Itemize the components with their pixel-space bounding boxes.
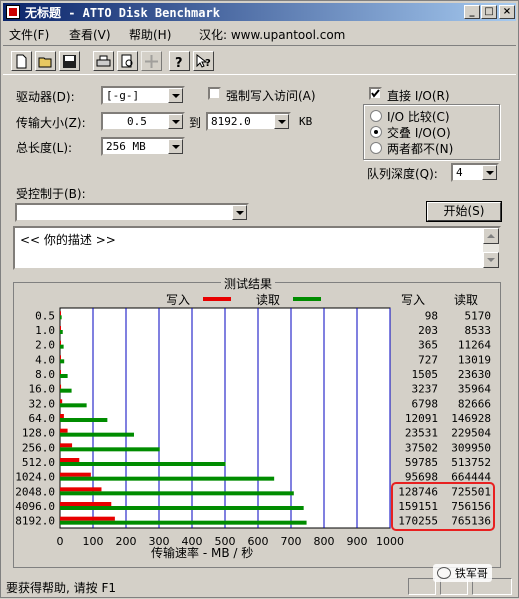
read-bar [60, 491, 294, 496]
x-tick-label: 1000 [376, 535, 404, 548]
y-tick-label: 2048.0 [15, 485, 55, 498]
write-bar [60, 487, 102, 492]
status-text: 要获得帮助, 请按 F1 [6, 581, 116, 595]
write-value: 128746 [398, 485, 438, 498]
results-chart: 0 100 200 300 400 500 600 700 800 900 10000.5 98 517… [15, 307, 495, 548]
y-tick-label: 2.0 [35, 339, 55, 352]
write-bar [60, 502, 112, 506]
write-value: 59785 [405, 456, 438, 469]
read-bar [60, 388, 72, 393]
read-bar [60, 520, 307, 525]
read-bar [60, 359, 65, 364]
read-bar [60, 418, 108, 422]
read-bar [60, 315, 62, 320]
write-value: 37502 [405, 441, 438, 454]
y-tick-label: 8.0 [35, 368, 55, 381]
write-value: 365 [418, 339, 438, 352]
wechat-icon [437, 567, 451, 579]
read-value: 8533 [465, 324, 492, 337]
read-bar [60, 344, 64, 349]
read-value: 5170 [465, 309, 492, 322]
write-bar [60, 384, 62, 389]
status-panel-1 [408, 578, 436, 595]
read-bar [60, 330, 63, 334]
write-value: 3237 [412, 383, 439, 396]
x-tick-label: 100 [83, 535, 104, 548]
write-bar [60, 370, 61, 374]
y-tick-label: 0.5 [35, 309, 55, 322]
x-tick-label: 200 [116, 535, 137, 548]
read-value: 765136 [451, 515, 491, 528]
write-bar [60, 326, 61, 330]
read-value: 35964 [458, 383, 491, 396]
write-bar [60, 399, 63, 404]
write-bar [60, 414, 64, 418]
write-bar [60, 458, 80, 462]
y-tick-label: 256.0 [22, 441, 55, 454]
read-value: 146928 [451, 412, 491, 425]
y-tick-label: 16.0 [29, 383, 56, 396]
y-tick-label: 4.0 [35, 353, 55, 366]
watermark: 铁军哥 [433, 564, 492, 582]
read-bar [60, 506, 304, 510]
read-bar [60, 462, 226, 466]
read-bar [60, 374, 68, 378]
y-tick-label: 32.0 [29, 397, 56, 410]
write-bar [60, 443, 73, 448]
write-value: 23531 [405, 427, 438, 440]
y-tick-label: 8192.0 [15, 515, 55, 528]
write-bar [60, 428, 68, 433]
y-tick-label: 1024.0 [15, 471, 55, 484]
x-tick-label: 0 [57, 535, 64, 548]
write-bar [60, 516, 115, 521]
y-tick-label: 1.0 [35, 324, 55, 337]
read-value: 82666 [458, 397, 491, 410]
write-value: 98 [425, 309, 438, 322]
x-tick-label: 800 [314, 535, 335, 548]
write-value: 12091 [405, 412, 438, 425]
read-value: 13019 [458, 353, 491, 366]
read-value: 309950 [451, 441, 491, 454]
read-value: 11264 [458, 339, 491, 352]
y-tick-label: 128.0 [22, 427, 55, 440]
write-value: 1505 [412, 368, 439, 381]
x-tick-label: 700 [281, 535, 302, 548]
status-bar: 要获得帮助, 请按 F1 铁军哥 [3, 564, 516, 596]
write-bar [60, 311, 61, 316]
y-tick-label: 4096.0 [15, 500, 55, 513]
app-window: 无标题 - ATTO Disk Benchmark _ □ × 文件(F) 查看… [0, 0, 519, 598]
write-value: 95698 [405, 471, 438, 484]
read-bar [60, 476, 275, 481]
y-tick-label: 512.0 [22, 456, 55, 469]
read-bar [60, 447, 160, 452]
x-axis-label: 传输速率 - MB / 秒 [151, 546, 254, 560]
read-value: 664444 [451, 471, 491, 484]
write-bar [60, 340, 61, 345]
read-value: 756156 [451, 500, 491, 513]
write-value: 727 [418, 353, 438, 366]
y-tick-label: 64.0 [29, 412, 56, 425]
watermark-text: 铁军哥 [454, 567, 488, 580]
read-bar [60, 432, 134, 437]
read-value: 23630 [458, 368, 491, 381]
read-value: 513752 [451, 456, 491, 469]
x-tick-label: 900 [347, 535, 368, 548]
write-value: 203 [418, 324, 438, 337]
write-bar [60, 355, 61, 360]
write-value: 159151 [398, 500, 438, 513]
write-value: 170255 [398, 515, 438, 528]
read-bar [60, 403, 87, 408]
write-value: 6798 [412, 397, 439, 410]
read-value: 725501 [451, 485, 491, 498]
read-value: 229504 [451, 427, 491, 440]
write-bar [60, 472, 91, 477]
